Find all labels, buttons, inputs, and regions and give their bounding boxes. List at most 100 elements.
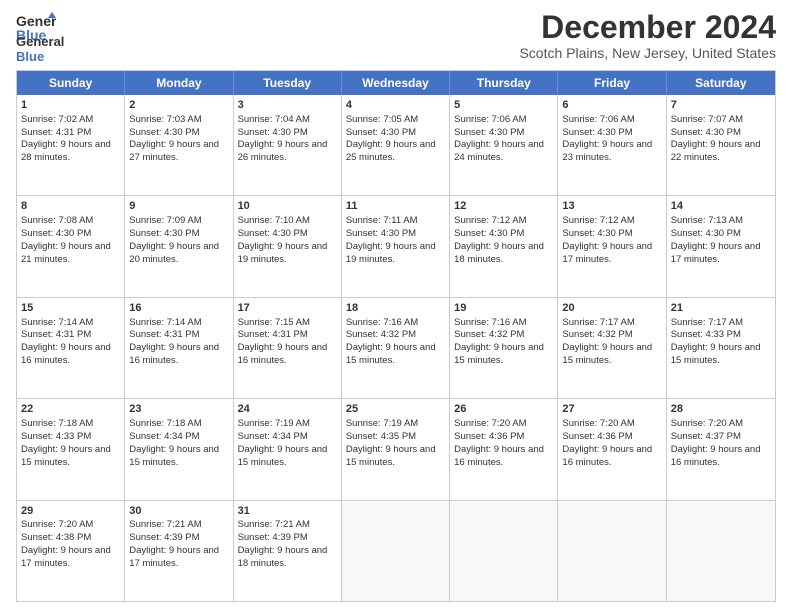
calendar-cell-21: 21Sunrise: 7:17 AMSunset: 4:33 PMDayligh… — [667, 298, 775, 398]
calendar-cell-11: 11Sunrise: 7:11 AMSunset: 4:30 PMDayligh… — [342, 196, 450, 296]
calendar-cell-4: 4Sunrise: 7:05 AM Sunset: 4:30 PMDaylight… — [342, 95, 450, 195]
calendar-cell-8: 8Sunrise: 7:08 AM Sunset: 4:30 PM Daylight… — [17, 196, 125, 296]
day-number: 20 — [562, 301, 661, 316]
sunrise: Sunrise: 7:11 AM — [346, 215, 418, 226]
sunset: Sunset: 4:31 PM — [238, 329, 308, 340]
daylight: Daylight: 9 hours and 15 minutes. — [129, 444, 219, 468]
calendar-cell-empty — [558, 501, 666, 601]
calendar-cell-empty — [450, 501, 558, 601]
calendar-cell-16: 16Sunrise: 7:14 AMSunset: 4:31 PMDayligh… — [125, 298, 233, 398]
sunrise: Sunrise: 7:20 AM — [562, 418, 634, 429]
sunset: Sunset: 4:30 PM — [21, 228, 91, 239]
sunset: Sunset: 4:30 PM — [671, 228, 741, 239]
calendar-header: SundayMondayTuesdayWednesdayThursdayFrid… — [17, 71, 775, 95]
sunset: Sunset: 4:30 PM — [454, 228, 524, 239]
sunset: Sunset: 4:30 PM — [346, 127, 416, 138]
sunset: Sunset: 4:30 PM — [238, 127, 308, 138]
sunrise: Sunrise: 7:21 AM — [129, 519, 201, 530]
day-number: 6 — [562, 98, 661, 113]
calendar-cell-22: 22Sunrise: 7:18 AMSunset: 4:33 PMDayligh… — [17, 399, 125, 499]
sunset: Sunset: 4:39 PM — [238, 532, 308, 543]
sunset: Sunset: 4:32 PM — [562, 329, 632, 340]
daylight: Daylight: 9 hours and 15 minutes. — [346, 342, 436, 366]
calendar-row-3: 15Sunrise: 7:14 AMSunset: 4:31 PMDayligh… — [17, 297, 775, 398]
subtitle: Scotch Plains, New Jersey, United States — [519, 45, 776, 61]
calendar-cell-26: 26Sunrise: 7:20 AMSunset: 4:36 PMDayligh… — [450, 399, 558, 499]
calendar-cell-7: 7Sunrise: 7:07 AMSunset: 4:30 PMDaylight… — [667, 95, 775, 195]
day-number: 28 — [671, 402, 771, 417]
sunrise: Sunrise: 7:19 AM — [238, 418, 310, 429]
day-number: 16 — [129, 301, 228, 316]
sunset: Sunset: 4:31 PM — [129, 329, 199, 340]
sunrise: Sunrise: 7:09 AM — [129, 215, 201, 226]
daylight: Daylight: 9 hours and 25 minutes. — [346, 139, 436, 163]
sunrise: Sunrise: 7:02 AM — [21, 114, 93, 125]
day-number: 23 — [129, 402, 228, 417]
day-number: 4 — [346, 98, 445, 113]
daylight: Daylight: 9 hours and 23 minutes. — [562, 139, 652, 163]
day-number: 11 — [346, 199, 445, 214]
calendar-cell-25: 25Sunrise: 7:19 AMSunset: 4:35 PMDayligh… — [342, 399, 450, 499]
day-header-thursday: Thursday — [450, 71, 558, 95]
day-number: 27 — [562, 402, 661, 417]
daylight: Daylight: 9 hours and 21 minutes. — [21, 241, 111, 265]
day-number: 26 — [454, 402, 553, 417]
calendar-cell-10: 10Sunrise: 7:10 AMSunset: 4:30 PMDayligh… — [234, 196, 342, 296]
sunset: Sunset: 4:33 PM — [21, 431, 91, 442]
sunrise: Sunrise: 7:08 AM — [21, 215, 93, 226]
daylight: Daylight: 9 hours and 15 minutes. — [562, 342, 652, 366]
calendar-cell-empty — [342, 501, 450, 601]
sunrise: Sunrise: 7:19 AM — [346, 418, 418, 429]
day-number: 30 — [129, 504, 228, 519]
sunset: Sunset: 4:38 PM — [21, 532, 91, 543]
day-number: 21 — [671, 301, 771, 316]
sunset: Sunset: 4:33 PM — [671, 329, 741, 340]
sunrise: Sunrise: 7:21 AM — [238, 519, 310, 530]
calendar-cell-13: 13Sunrise: 7:12 AMSunset: 4:30 PMDayligh… — [558, 196, 666, 296]
sunrise: Sunrise: 7:07 AM — [671, 114, 743, 125]
title-block: December 2024 Scotch Plains, New Jersey,… — [519, 10, 776, 61]
daylight: Daylight: 9 hours and 28 minutes. — [21, 139, 111, 163]
daylight: Daylight: 9 hours and 16 minutes. — [21, 342, 111, 366]
day-number: 7 — [671, 98, 771, 113]
daylight: Daylight: 9 hours and 19 minutes. — [238, 241, 328, 265]
calendar-row-4: 22Sunrise: 7:18 AMSunset: 4:33 PMDayligh… — [17, 398, 775, 499]
sunrise: Sunrise: 7:04 AM — [238, 114, 310, 125]
daylight: Daylight: 9 hours and 17 minutes. — [562, 241, 652, 265]
day-header-wednesday: Wednesday — [342, 71, 450, 95]
sunrise: Sunrise: 7:10 AM — [238, 215, 310, 226]
calendar-cell-empty — [667, 501, 775, 601]
page: General Blue General Blue December 2024 … — [0, 0, 792, 612]
calendar-cell-15: 15Sunrise: 7:14 AMSunset: 4:31 PMDayligh… — [17, 298, 125, 398]
sunrise: Sunrise: 7:20 AM — [671, 418, 743, 429]
sunset: Sunset: 4:32 PM — [346, 329, 416, 340]
daylight: Daylight: 9 hours and 16 minutes. — [562, 444, 652, 468]
sunrise: Sunrise: 7:17 AM — [671, 317, 743, 328]
calendar-cell-28: 28Sunrise: 7:20 AMSunset: 4:37 PMDayligh… — [667, 399, 775, 499]
daylight: Daylight: 9 hours and 20 minutes. — [129, 241, 219, 265]
calendar-cell-1: 1Sunrise: 7:02 AMSunset: 4:31 PMDaylight… — [17, 95, 125, 195]
sunset: Sunset: 4:36 PM — [562, 431, 632, 442]
sunrise: Sunrise: 7:14 AM — [21, 317, 93, 328]
day-number: 8 — [21, 199, 120, 214]
daylight: Daylight: 9 hours and 15 minutes. — [346, 444, 436, 468]
day-header-tuesday: Tuesday — [234, 71, 342, 95]
logo-general: General — [16, 34, 64, 49]
sunset: Sunset: 4:34 PM — [238, 431, 308, 442]
daylight: Daylight: 9 hours and 17 minutes. — [129, 545, 219, 569]
sunset: Sunset: 4:39 PM — [129, 532, 199, 543]
day-number: 15 — [21, 301, 120, 316]
month-title: December 2024 — [519, 10, 776, 45]
sunrise: Sunrise: 7:13 AM — [671, 215, 743, 226]
day-number: 13 — [562, 199, 661, 214]
daylight: Daylight: 9 hours and 26 minutes. — [238, 139, 328, 163]
sunrise: Sunrise: 7:03 AM — [129, 114, 201, 125]
sunrise: Sunrise: 7:16 AM — [454, 317, 526, 328]
sunset: Sunset: 4:36 PM — [454, 431, 524, 442]
sunrise: Sunrise: 7:05 AM — [346, 114, 418, 125]
calendar-cell-9: 9Sunrise: 7:09 AMSunset: 4:30 PMDaylight… — [125, 196, 233, 296]
sunrise: Sunrise: 7:14 AM — [129, 317, 201, 328]
day-number: 2 — [129, 98, 228, 113]
day-number: 31 — [238, 504, 337, 519]
calendar-cell-31: 31Sunrise: 7:21 AMSunset: 4:39 PMDayligh… — [234, 501, 342, 601]
